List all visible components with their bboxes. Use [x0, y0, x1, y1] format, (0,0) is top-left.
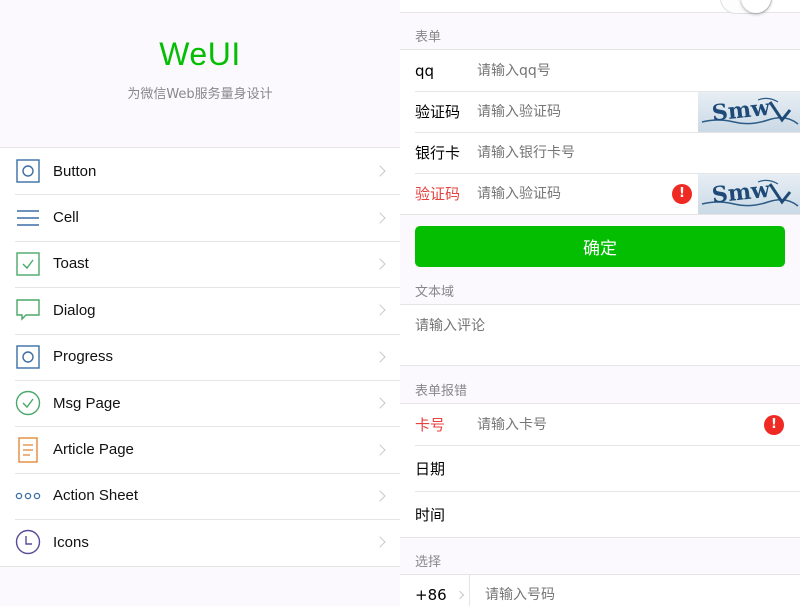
qq-input[interactable]	[477, 62, 800, 79]
top-strip	[400, 0, 800, 14]
menu-item-label: Msg Page	[53, 394, 121, 412]
progress-icon	[15, 344, 41, 370]
comment-textarea[interactable]	[415, 315, 785, 355]
menu-item-label: Dialog	[53, 301, 96, 319]
bank-card-label: 银行卡	[415, 144, 461, 162]
vcode-error-cell: 验证码 ! Smw	[400, 173, 800, 214]
action-sheet-icon	[15, 483, 41, 509]
menu-item-label: Button	[53, 162, 97, 180]
bank-card-cell: 银行卡	[400, 132, 800, 173]
phone-input[interactable]	[485, 587, 800, 603]
menu-item-label: Toast	[53, 255, 89, 273]
toast-icon	[15, 251, 41, 277]
menu-item-icons[interactable]: Icons	[0, 519, 400, 565]
date-cell[interactable]: 日期	[400, 445, 800, 491]
chevron-right-icon	[455, 590, 464, 600]
menu-item-action-sheet[interactable]: Action Sheet	[0, 472, 400, 519]
warn-icon: !	[672, 183, 692, 204]
country-code-select[interactable]: +86	[400, 575, 470, 606]
form-cells: qq 验证码 Smw 银行卡 验证码 !	[400, 49, 800, 215]
app-title: WeUI	[159, 36, 241, 72]
card-number-cell: 卡号 !	[400, 404, 800, 445]
app-subtitle: 为微信Web服务量身设计	[127, 87, 273, 102]
vcode-cell: 验证码 Smw	[400, 91, 800, 132]
header: WeUI 为微信Web服务量身设计	[0, 0, 400, 147]
menu-item-msg-page[interactable]: Msg Page	[0, 379, 400, 426]
icons-icon	[15, 529, 41, 555]
menu-item-label: Action Sheet	[53, 487, 139, 505]
chevron-right-icon	[374, 397, 386, 409]
textarea-section-title: 文本域	[415, 285, 455, 300]
confirm-button[interactable]: 确定	[415, 226, 785, 267]
component-menu: Button Cell Toast Dialog Progress Msg Pa…	[0, 147, 400, 567]
time-cell[interactable]: 时间	[400, 491, 800, 537]
form-error-section-title: 表单报错	[415, 384, 468, 399]
chevron-right-icon	[374, 443, 386, 456]
warn-icon: !	[764, 414, 784, 435]
left-pane: WeUI 为微信Web服务量身设计 Button Cell Toast Dial…	[0, 0, 400, 606]
msg-page-icon	[15, 390, 41, 416]
captcha-image[interactable]: Smw	[698, 91, 800, 132]
vcode-error-label: 验证码	[415, 185, 461, 203]
menu-item-cell[interactable]: Cell	[0, 194, 400, 240]
button-icon	[15, 158, 41, 184]
form-error-cells: 卡号 ! 日期 时间	[400, 403, 800, 538]
menu-item-label: Article Page	[53, 441, 134, 459]
chevron-right-icon	[374, 165, 386, 177]
menu-item-button[interactable]: Button	[0, 148, 400, 194]
menu-item-progress[interactable]: Progress	[0, 333, 400, 380]
dialog-icon	[15, 297, 41, 323]
switch-toggle[interactable]	[720, 0, 772, 14]
menu-item-article-page[interactable]: Article Page	[0, 426, 400, 472]
select-section-title: 选择	[415, 555, 442, 570]
card-number-input[interactable]	[477, 416, 764, 433]
vcode-label: 验证码	[415, 103, 461, 121]
menu-item-label: Progress	[53, 348, 114, 366]
phone-row: +86	[400, 575, 800, 606]
date-label: 日期	[415, 459, 446, 478]
time-label: 时间	[415, 505, 446, 524]
chevron-right-icon	[374, 490, 386, 502]
vcode-input[interactable]	[477, 103, 698, 120]
menu-item-label: Icons	[53, 533, 89, 551]
chevron-right-icon	[374, 536, 386, 548]
form-section-title: 表单	[415, 30, 442, 45]
article-page-icon	[15, 436, 41, 463]
menu-item-dialog[interactable]: Dialog	[0, 287, 400, 333]
card-number-label: 卡号	[415, 416, 446, 434]
textarea-cell	[400, 304, 800, 366]
cell-icon	[15, 205, 41, 231]
chevron-right-icon	[374, 258, 386, 270]
chevron-right-icon	[374, 304, 386, 317]
country-code-value: +86	[415, 586, 447, 604]
menu-item-label: Cell	[53, 209, 79, 227]
captcha-image[interactable]: Smw	[698, 173, 800, 214]
menu-item-toast[interactable]: Toast	[0, 240, 400, 287]
right-pane: 表单 qq 验证码 Smw 银行卡 验证码 !	[400, 0, 800, 606]
qq-cell: qq	[400, 50, 800, 91]
bank-card-input[interactable]	[477, 144, 800, 161]
vcode-error-input[interactable]	[477, 185, 672, 202]
chevron-right-icon	[374, 211, 386, 224]
qq-label: qq	[415, 61, 435, 80]
select-cells: +86	[400, 574, 800, 606]
chevron-right-icon	[374, 351, 386, 363]
